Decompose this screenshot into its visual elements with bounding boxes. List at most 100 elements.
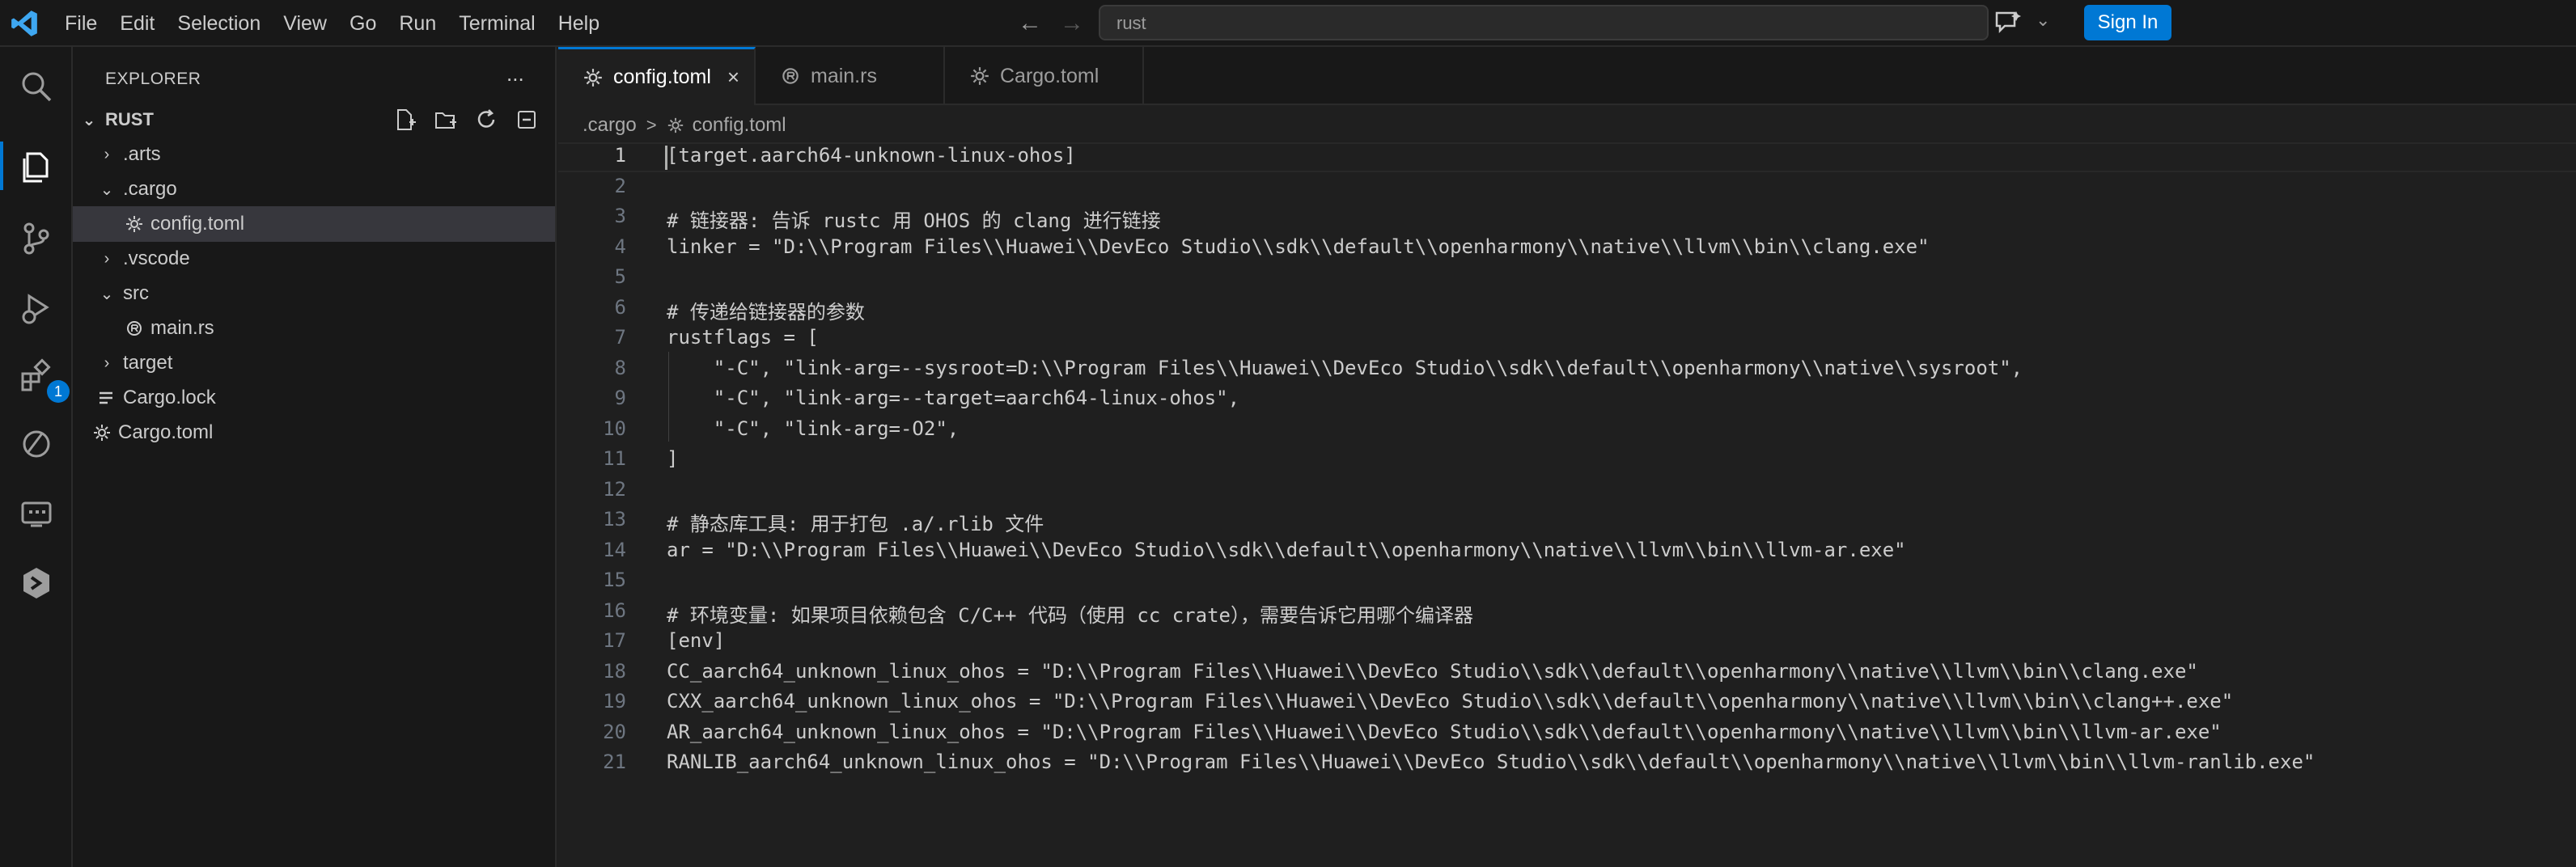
remote-window-icon[interactable]	[15, 492, 58, 535]
code-text[interactable]: # 静态库工具: 用于打包 .a/.rlib 文件	[667, 508, 1044, 536]
menu-edit[interactable]: Edit	[120, 12, 155, 36]
tree-item-cargo-toml[interactable]: Cargo.toml	[73, 415, 555, 450]
line-number: 17	[603, 629, 626, 652]
line-number: 8	[614, 356, 626, 379]
tree-item-label: config.toml	[150, 213, 245, 235]
menu-go[interactable]: Go	[350, 12, 376, 36]
tab-main-rs[interactable]: main.rs	[756, 47, 945, 105]
command-center-search[interactable]	[1099, 5, 1989, 40]
tree-item-cargo[interactable]: ⌄ .cargo	[73, 171, 555, 207]
code-line[interactable]: 10 "-C", "link-arg=-O2",	[558, 417, 2576, 447]
code-text[interactable]: CXX_aarch64_unknown_linux_ohos = "D:\\Pr…	[667, 690, 2233, 713]
tree-item-vscode[interactable]: › .vscode	[73, 241, 555, 277]
code-line[interactable]: 17 [env]	[558, 629, 2576, 659]
search-icon[interactable]	[15, 65, 58, 108]
code-line[interactable]: 13 # 静态库工具: 用于打包 .a/.rlib 文件	[558, 508, 2576, 538]
gear-icon	[584, 68, 602, 87]
code-text[interactable]: # 链接器: 告诉 rustc 用 OHOS 的 clang 进行链接	[667, 205, 1161, 233]
gear-icon	[94, 425, 110, 441]
code-text[interactable]: ]	[667, 447, 678, 470]
gear-icon	[667, 117, 683, 133]
sign-in-button[interactable]: Sign In	[2084, 5, 2171, 40]
code-text[interactable]: RANLIB_aarch64_unknown_linux_ohos = "D:\…	[667, 751, 2315, 773]
close-icon[interactable]: ×	[727, 65, 739, 90]
tree-item-config-toml[interactable]: config.toml	[73, 206, 555, 242]
workspace-root[interactable]: ⌄ RUST	[73, 102, 555, 137]
code-line[interactable]: 20 AR_aarch64_unknown_linux_ohos = "D:\\P…	[558, 721, 2576, 751]
code-line[interactable]: 11]	[558, 447, 2576, 477]
code-line[interactable]: 19 CXX_aarch64_unknown_linux_ohos = "D:\\…	[558, 690, 2576, 720]
breadcrumb-file[interactable]: config.toml	[693, 114, 786, 137]
deveco-extension-icon[interactable]	[15, 561, 58, 605]
tree-item-label: Cargo.lock	[123, 387, 216, 408]
title-bar: File Edit Selection View Go Run Terminal…	[0, 0, 2576, 47]
code-text[interactable]: linker = "D:\\Program Files\\Huawei\\Dev…	[667, 235, 1930, 258]
code-line[interactable]: 16 # 环境变量: 如果项目依赖包含 C/C++ 代码（使用 cc crate）…	[558, 599, 2576, 629]
code-line[interactable]: 21 RANLIB_aarch64_unknown_linux_ohos = "D…	[558, 751, 2576, 780]
back-arrow-icon[interactable]: ←	[1018, 11, 1042, 36]
tree-item-target[interactable]: › target	[73, 345, 555, 381]
extensions-icon[interactable]: 1	[15, 354, 70, 403]
code-line[interactable]: 9 "-C", "link-arg=--target=aarch64-linux…	[558, 387, 2576, 417]
code-line[interactable]: 6 # 传递给链接器的参数	[558, 296, 2576, 326]
code-line[interactable]: 3 # 链接器: 告诉 rustc 用 OHOS 的 clang 进行链接	[558, 205, 2576, 235]
new-folder-icon[interactable]	[434, 108, 458, 132]
chevron-down-icon: ⌄	[82, 111, 96, 129]
code-text[interactable]: # 环境变量: 如果项目依赖包含 C/C++ 代码（使用 cc crate），需…	[667, 599, 1473, 628]
chat-icon[interactable]	[1993, 10, 2023, 36]
chevron-right-icon: ›	[104, 249, 110, 268]
run-debug-icon[interactable]	[15, 286, 58, 330]
new-file-icon[interactable]	[393, 108, 417, 132]
code-line[interactable]: 5	[558, 265, 2576, 295]
forward-arrow-icon[interactable]: →	[1060, 11, 1084, 36]
explorer-actions	[393, 102, 555, 137]
collapse-all-icon[interactable]	[515, 108, 539, 132]
source-control-icon[interactable]	[15, 217, 58, 260]
code-line[interactable]: 4 linker = "D:\\Program Files\\Huawei\\De…	[558, 235, 2576, 265]
code-line[interactable]: 7 rustflags = [	[558, 326, 2576, 356]
code-line[interactable]: 2	[558, 175, 2576, 205]
tree-item-arts[interactable]: › .arts	[73, 137, 555, 172]
menu-help[interactable]: Help	[558, 12, 600, 36]
code-text[interactable]: ar = "D:\\Program Files\\Huawei\\DevEco …	[667, 539, 1906, 561]
code-text[interactable]: [env]	[667, 629, 725, 652]
code-line[interactable]: 1 [target.aarch64-unknown-linux-ohos]	[558, 144, 2576, 174]
search-input[interactable]	[1116, 13, 1926, 34]
line-number: 6	[614, 295, 626, 319]
tab-config-toml[interactable]: config.toml ×	[558, 47, 756, 105]
code-text[interactable]: CC_aarch64_unknown_linux_ohos = "D:\\Pro…	[667, 660, 2198, 683]
explorer-title: EXPLORER	[105, 70, 201, 88]
code-line[interactable]: 15	[558, 569, 2576, 598]
line-number: 1	[614, 144, 626, 167]
code-text[interactable]: [target.aarch64-unknown-linux-ohos]	[667, 144, 1076, 167]
menu-selection[interactable]: Selection	[177, 12, 261, 36]
tree-item-label: main.rs	[150, 317, 214, 339]
code-text[interactable]: "-C", "link-arg=--target=aarch64-linux-o…	[667, 387, 1239, 409]
code-line[interactable]: 18 CC_aarch64_unknown_linux_ohos = "D:\\P…	[558, 660, 2576, 690]
code-text[interactable]: # 传递给链接器的参数	[667, 296, 865, 324]
tree-item-label: .arts	[123, 143, 161, 165]
explorer-files-icon[interactable]	[15, 144, 58, 188]
menu-file[interactable]: File	[65, 12, 97, 36]
code-line[interactable]: 8 "-C", "link-arg=--sysroot=D:\\Program …	[558, 357, 2576, 387]
code-text[interactable]: rustflags = [	[667, 326, 819, 349]
tab-cargo-toml[interactable]: Cargo.toml	[945, 47, 1144, 105]
breadcrumb-folder[interactable]: .cargo	[583, 114, 637, 137]
remote-explorer-icon[interactable]	[15, 422, 58, 466]
tree-item-src[interactable]: ⌄ src	[73, 276, 555, 311]
code-text[interactable]: "-C", "link-arg=--sysroot=D:\\Program Fi…	[667, 357, 2023, 379]
code-text[interactable]: AR_aarch64_unknown_linux_ohos = "D:\\Pro…	[667, 721, 2222, 743]
refresh-icon[interactable]	[474, 108, 498, 132]
code-text[interactable]: "-C", "link-arg=-O2",	[667, 417, 959, 440]
code-line[interactable]: 14 ar = "D:\\Program Files\\Huawei\\DevEc…	[558, 539, 2576, 569]
breadcrumb-separator: >	[646, 115, 657, 135]
chevron-down-icon[interactable]: ⌄	[2036, 10, 2050, 31]
tree-item-main-rs[interactable]: main.rs	[73, 311, 555, 346]
tree-item-cargo-lock[interactable]: Cargo.lock	[73, 380, 555, 416]
menu-terminal[interactable]: Terminal	[459, 12, 535, 36]
menu-run[interactable]: Run	[399, 12, 436, 36]
code-line[interactable]: 12	[558, 478, 2576, 508]
line-number: 13	[603, 508, 626, 531]
menu-view[interactable]: View	[283, 12, 327, 36]
more-actions-icon[interactable]: ...	[506, 61, 524, 87]
